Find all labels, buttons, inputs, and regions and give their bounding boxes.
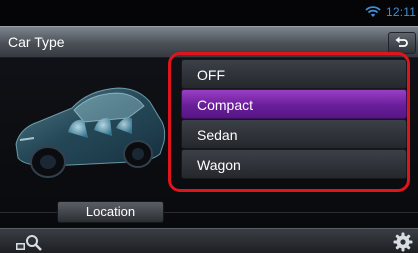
back-button[interactable] <box>388 32 416 54</box>
option-compact[interactable]: Compact <box>181 89 407 119</box>
search-icon[interactable] <box>12 232 46 252</box>
location-button[interactable]: Location <box>57 201 164 223</box>
option-wagon[interactable]: Wagon <box>181 149 407 179</box>
option-off[interactable]: OFF <box>181 59 407 89</box>
page-title: Car Type <box>8 34 65 50</box>
car-type-screen: 12:11 Car Type OFF Compact Sedan Wagon L… <box>0 0 418 253</box>
car-type-options-list: OFF Compact Sedan Wagon <box>181 58 407 186</box>
status-bar: 12:11 <box>0 0 418 26</box>
bottom-bar <box>0 228 418 253</box>
car-illustration <box>15 87 166 178</box>
clock: 12:11 <box>386 5 417 19</box>
wifi-icon <box>365 6 381 17</box>
gear-icon[interactable] <box>392 231 414 253</box>
option-sedan[interactable]: Sedan <box>181 119 407 149</box>
back-arrow-icon <box>395 36 408 47</box>
